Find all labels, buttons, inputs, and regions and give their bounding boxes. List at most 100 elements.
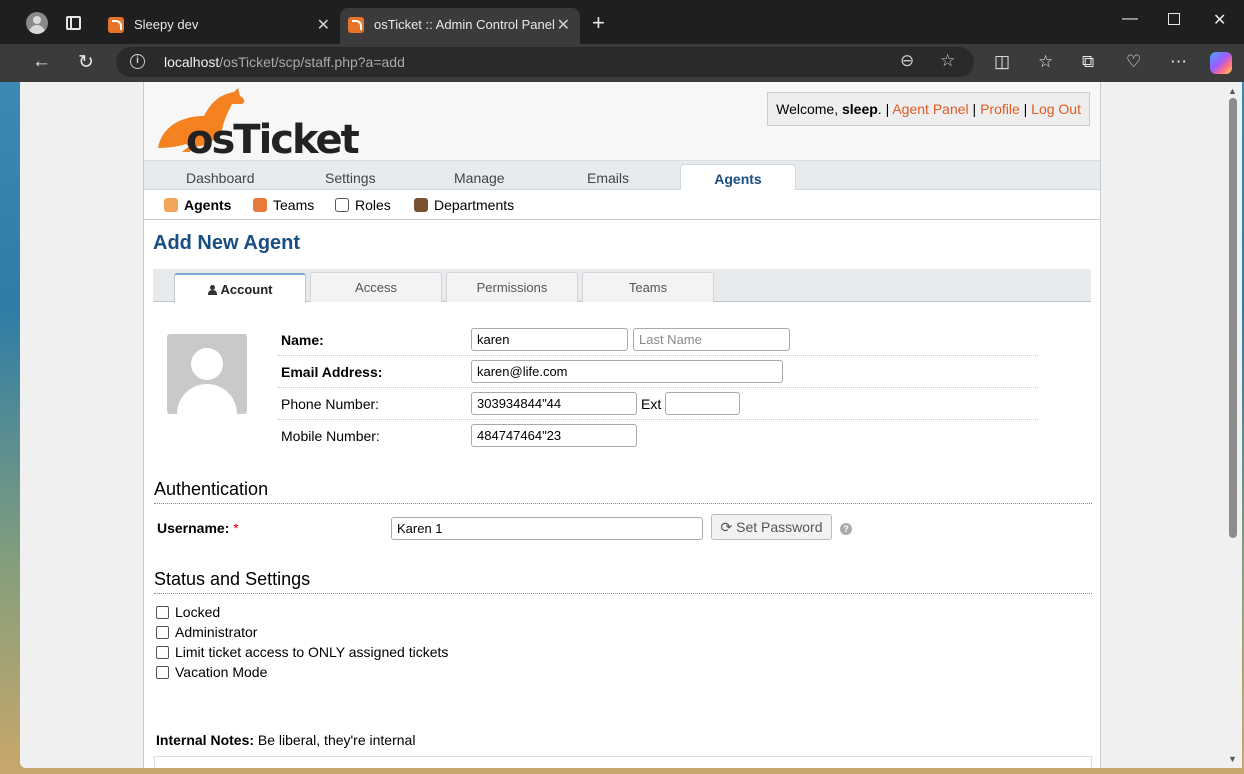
email-input[interactable]: karen@life.com [471, 360, 783, 383]
username-input[interactable]: Karen 1 [391, 517, 703, 540]
sub-nav: Agents Teams Roles Departments [144, 190, 1100, 220]
subnav-teams[interactable]: Teams [253, 197, 314, 213]
avatar-placeholder-icon[interactable] [167, 334, 247, 414]
vacation-mode-option[interactable]: Vacation Mode [156, 664, 267, 680]
nav-agents[interactable]: Agents [680, 164, 796, 192]
welcome-prefix: Welcome, [776, 101, 842, 117]
tab-teams[interactable]: Teams [582, 272, 714, 302]
tab-permissions[interactable]: Permissions [446, 272, 578, 302]
browser-tab-sleepy-dev[interactable]: Sleepy dev ✕ [100, 8, 340, 44]
team-icon [253, 198, 267, 212]
logout-link[interactable]: Log Out [1031, 101, 1081, 117]
mobile-label: Mobile Number: [281, 428, 380, 444]
page-header: osTicket Welcome, sleep. | Agent Panel |… [144, 82, 1100, 160]
locked-option[interactable]: Locked [156, 604, 220, 620]
email-row: Email Address: karen@life.com [278, 356, 1038, 388]
new-tab-icon[interactable]: + [592, 10, 605, 36]
name-label: Name: [281, 332, 324, 348]
close-tab-icon[interactable]: ✕ [557, 15, 570, 35]
name-row: Name: karen Last Name [278, 324, 1038, 356]
set-password-button[interactable]: ⟳ Set Password [711, 514, 832, 540]
page-scrollbar[interactable]: ▲ ▼ [1224, 82, 1242, 768]
username-label: Username: * [157, 520, 239, 536]
mobile-input[interactable]: 484747464"23 [471, 424, 637, 447]
user-icon [207, 285, 217, 295]
email-label: Email Address: [281, 364, 383, 380]
subnav-departments[interactable]: Departments [414, 197, 514, 213]
nav-manage[interactable]: Manage [454, 170, 505, 186]
roles-icon [335, 198, 349, 212]
osticket-favicon-icon [348, 17, 364, 33]
agent-icon [164, 198, 178, 212]
more-menu-icon[interactable]: ⋯ [1170, 52, 1187, 72]
minimize-icon[interactable]: — [1122, 10, 1138, 28]
welcome-box: Welcome, sleep. | Agent Panel | Profile … [767, 92, 1090, 126]
authentication-heading: Authentication [154, 479, 1092, 504]
ext-label: Ext [641, 396, 662, 412]
refresh-icon[interactable]: ↻ [78, 51, 94, 74]
collections-icon[interactable]: ⧉ [1082, 52, 1094, 72]
address-bar[interactable]: i localhost/osTicket/scp/staff.php?a=add… [116, 47, 974, 77]
internal-notes-editor[interactable] [154, 756, 1092, 768]
osticket-page: osTicket Welcome, sleep. | Agent Panel |… [143, 82, 1101, 768]
reading-mode-icon[interactable]: ⊖ [900, 51, 914, 71]
department-icon [414, 198, 428, 212]
profile-link[interactable]: Profile [980, 101, 1020, 117]
scroll-thumb[interactable] [1229, 98, 1237, 538]
maximize-icon[interactable] [1168, 13, 1180, 25]
locked-checkbox[interactable] [156, 606, 169, 619]
refresh-icon: ⟳ [720, 519, 733, 535]
subnav-roles[interactable]: Roles [335, 197, 391, 213]
osticket-logo[interactable]: osTicket [152, 86, 360, 160]
username: sleep [841, 101, 878, 117]
subnav-agents[interactable]: Agents [164, 197, 231, 213]
administrator-option[interactable]: Administrator [156, 624, 257, 640]
tab-title: osTicket :: Admin Control Panel [374, 17, 555, 32]
agent-panel-link[interactable]: Agent Panel [892, 101, 968, 117]
vacation-mode-checkbox[interactable] [156, 666, 169, 679]
internal-notes-label: Internal Notes: Be liberal, they're inte… [156, 732, 416, 748]
browser-essentials-icon[interactable]: ♡ [1126, 52, 1141, 72]
administrator-checkbox[interactable] [156, 626, 169, 639]
nav-dashboard[interactable]: Dashboard [186, 170, 255, 186]
tab-title: Sleepy dev [134, 17, 199, 32]
nav-settings[interactable]: Settings [325, 170, 376, 186]
mobile-row: Mobile Number: 484747464"23 [278, 420, 1038, 452]
phone-input[interactable]: 303934844"44 [471, 392, 637, 415]
browser-tab-admin-panel[interactable]: osTicket :: Admin Control Panel ✕ [340, 8, 580, 44]
phone-row: Phone Number: 303934844"44 Ext [278, 388, 1038, 420]
logo-text: osTicket [186, 117, 360, 163]
back-icon[interactable]: ← [32, 51, 51, 73]
tab-access[interactable]: Access [310, 272, 442, 302]
scroll-up-icon[interactable]: ▲ [1228, 86, 1237, 96]
page-viewport: osTicket Welcome, sleep. | Agent Panel |… [20, 82, 1224, 768]
main-nav: Dashboard Settings Manage Emails Agents [144, 160, 1100, 192]
ext-input[interactable] [665, 392, 740, 415]
profile-avatar-icon[interactable] [26, 12, 48, 34]
tab-account[interactable]: Account [174, 273, 306, 303]
url-text[interactable]: localhost/osTicket/scp/staff.php?a=add [164, 54, 405, 70]
limit-access-option[interactable]: Limit ticket access to ONLY assigned tic… [156, 644, 448, 660]
browser-toolbar: ← ↻ i localhost/osTicket/scp/staff.php?a… [0, 44, 1244, 82]
page-title: Add New Agent [153, 232, 301, 254]
form-tabs: Account Access Permissions Teams [153, 269, 1091, 303]
limit-access-checkbox[interactable] [156, 646, 169, 659]
close-tab-icon[interactable]: ✕ [317, 15, 330, 35]
required-mark: * [233, 520, 239, 536]
copilot-icon[interactable] [1210, 52, 1232, 74]
site-info-icon[interactable]: i [130, 54, 145, 69]
favorite-star-icon[interactable]: ☆ [940, 51, 955, 71]
tab-actions-icon[interactable] [66, 16, 81, 30]
help-icon[interactable]: ? [840, 523, 852, 535]
favorites-icon[interactable]: ☆ [1038, 52, 1053, 72]
status-settings-heading: Status and Settings [154, 569, 1092, 594]
last-name-input[interactable]: Last Name [633, 328, 790, 351]
phone-label: Phone Number: [281, 396, 380, 412]
osticket-favicon-icon [108, 17, 124, 33]
nav-emails[interactable]: Emails [587, 170, 629, 186]
browser-titlebar: Sleepy dev ✕ osTicket :: Admin Control P… [0, 0, 1244, 44]
scroll-down-icon[interactable]: ▼ [1228, 754, 1237, 764]
first-name-input[interactable]: karen [471, 328, 628, 351]
close-window-icon[interactable]: ✕ [1213, 10, 1226, 30]
split-screen-icon[interactable]: ◫ [994, 52, 1010, 72]
